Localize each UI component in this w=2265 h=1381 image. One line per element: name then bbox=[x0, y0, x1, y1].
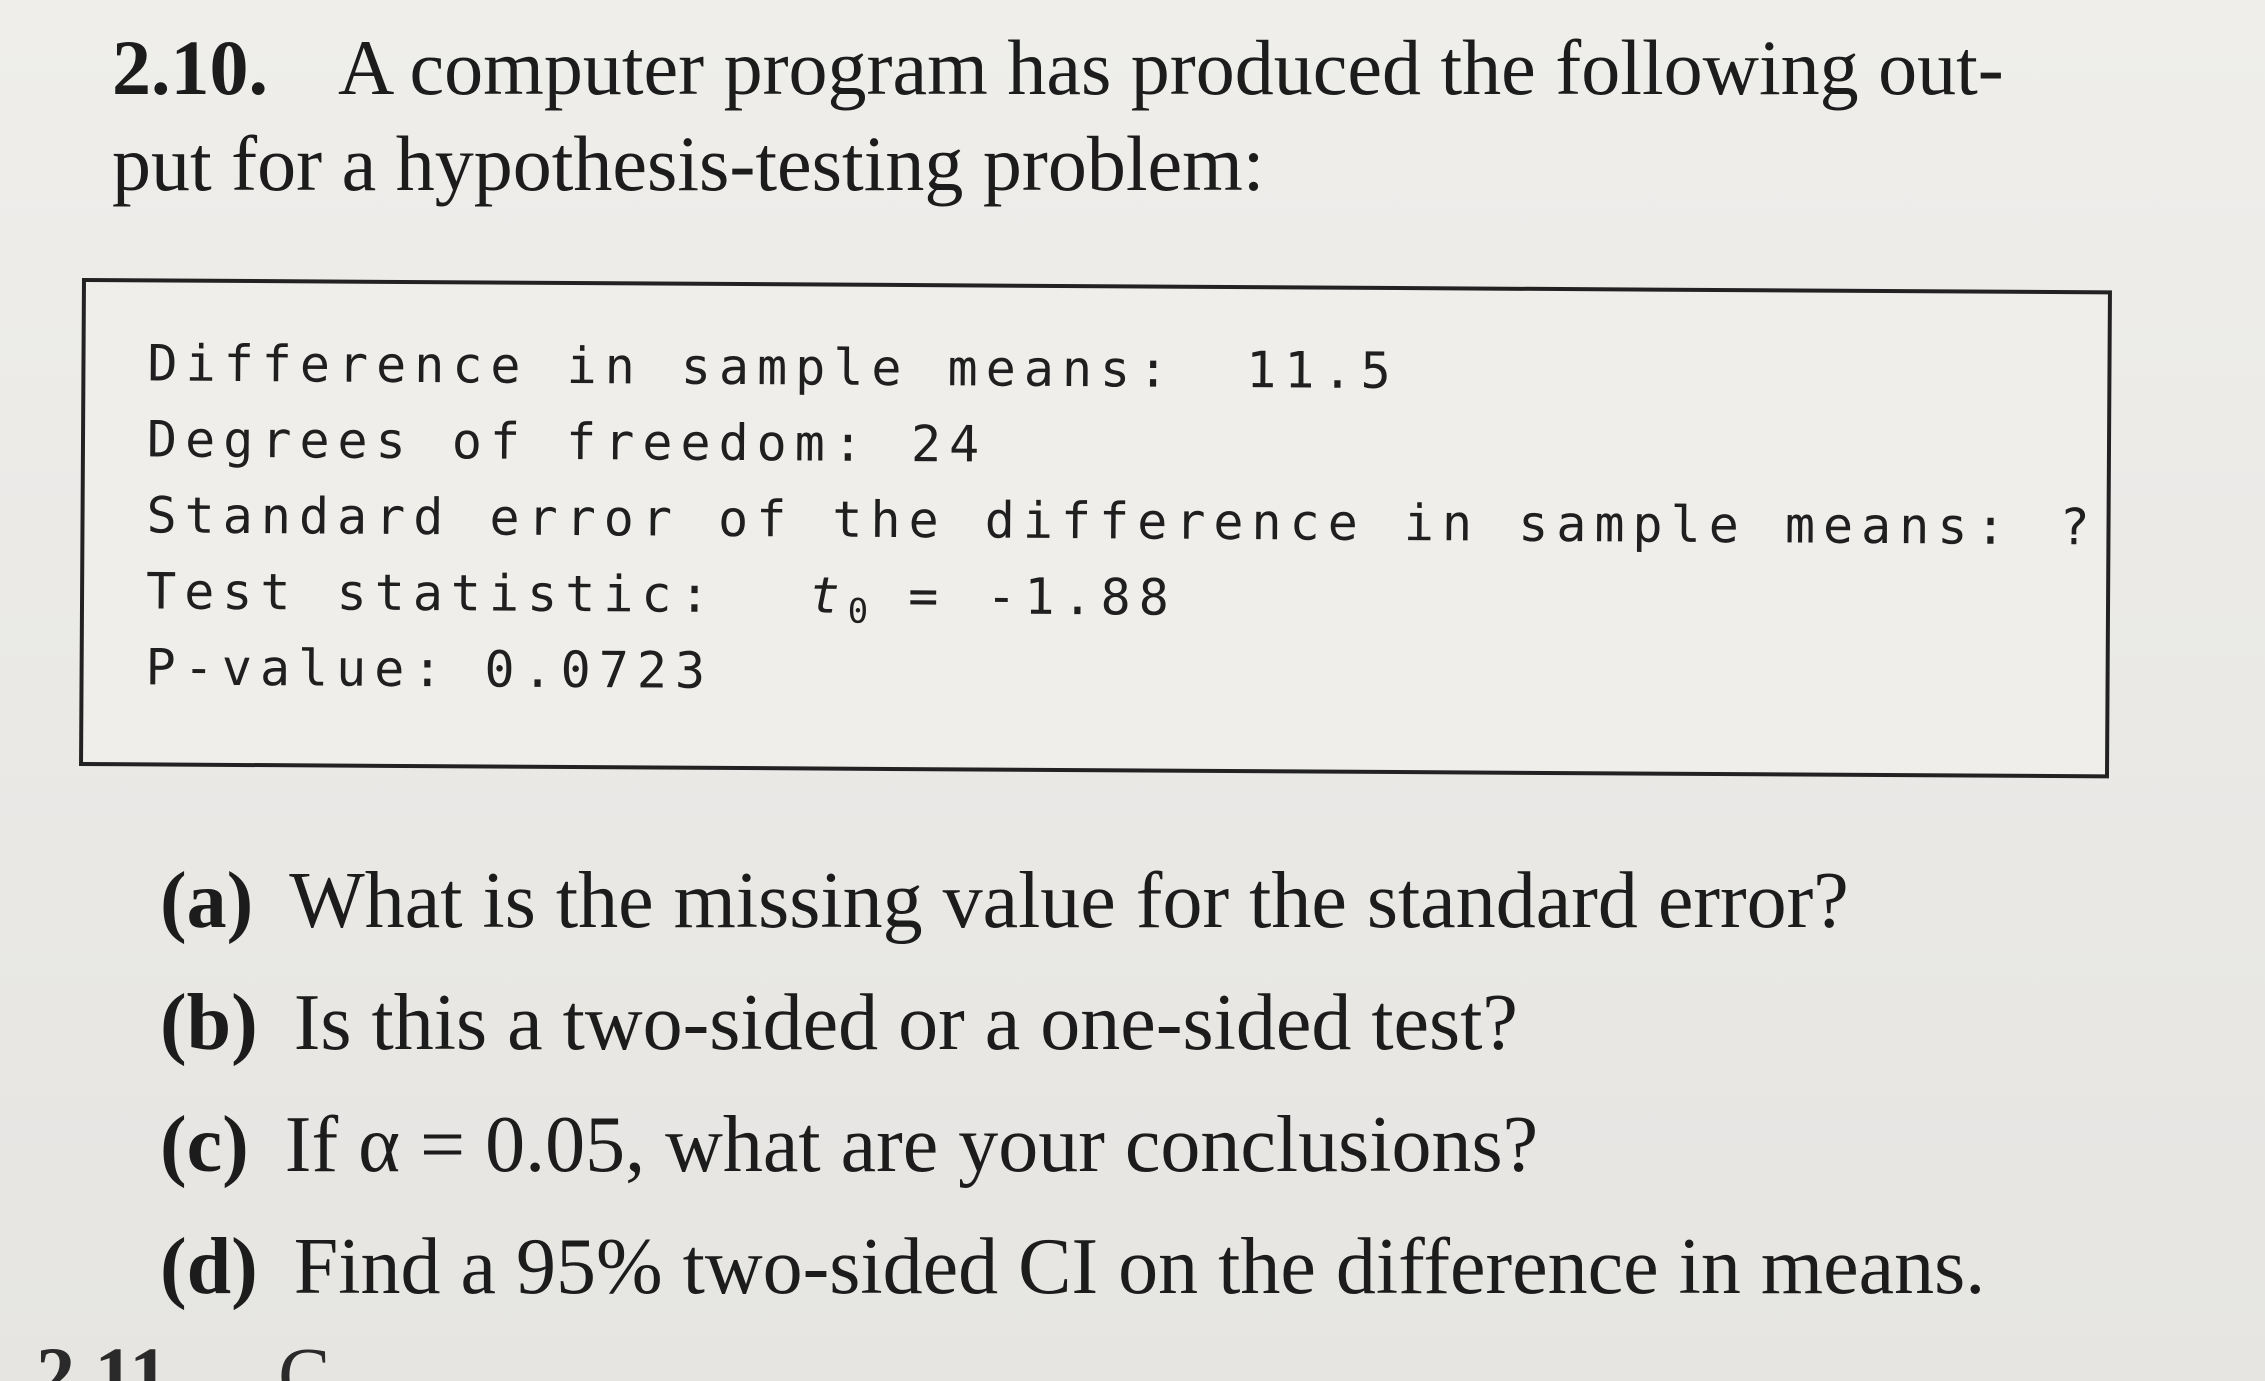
test-statistic-value: -1.88 bbox=[986, 567, 1178, 627]
question-d-text: Find a 95% two-sided CI on the differenc… bbox=[293, 1223, 1986, 1311]
problem-line-1: 2.10. A computer program has produced the… bbox=[112, 20, 2142, 116]
question-b-letter: (b) bbox=[160, 979, 258, 1067]
output-row-p-value: P-value: 0.0723 bbox=[145, 638, 713, 699]
question-c-text: If α = 0.05, what are your conclusions? bbox=[284, 1101, 1539, 1189]
next-problem-number: 2.11 bbox=[36, 1331, 169, 1381]
question-b: (b) Is this a two-sided or a one-sided te… bbox=[160, 962, 2160, 1084]
output-row-df: Degrees of freedom: 24 bbox=[147, 410, 988, 473]
difference-label: Difference in sample means: bbox=[147, 334, 1177, 399]
test-statistic-symbol: t0 bbox=[809, 566, 868, 631]
next-problem-partial: 2.11 C bbox=[36, 1330, 330, 1381]
question-c-letter: (c) bbox=[160, 1101, 249, 1189]
standard-error-label: Standard error of the difference in samp… bbox=[146, 486, 2014, 556]
textbook-page: 2.10. A computer program has produced the… bbox=[0, 0, 2265, 1381]
p-value-label: P-value: bbox=[145, 638, 451, 699]
problem-text-line-2: put for a hypothesis-testing problem: bbox=[112, 120, 1265, 207]
question-b-text: Is this a two-sided or a one-sided test? bbox=[293, 979, 1518, 1067]
difference-value: 11.5 bbox=[1246, 341, 1399, 401]
output-row-difference: Difference in sample means: 11.5 bbox=[147, 334, 1399, 400]
next-problem-text: C bbox=[278, 1331, 331, 1381]
question-d: (d) Find a 95% two-sided CI on the differ… bbox=[160, 1206, 2160, 1328]
question-a: (a) What is the missing value for the sta… bbox=[160, 840, 2160, 962]
problem-statement: 2.10. A computer program has produced the… bbox=[112, 20, 2142, 212]
standard-error-value: ? bbox=[2059, 498, 2098, 557]
df-value: 24 bbox=[910, 415, 988, 474]
question-a-text: What is the missing value for the standa… bbox=[289, 857, 1849, 945]
t-subscript: 0 bbox=[847, 591, 869, 632]
problem-text-line-1: A computer program has produced the foll… bbox=[338, 24, 2004, 111]
p-value: 0.0723 bbox=[484, 640, 714, 700]
question-c: (c) If α = 0.05, what are your conclusion… bbox=[160, 1084, 2160, 1206]
output-row-test-statistic: Test statistic: t0 = -1.88 bbox=[146, 562, 1177, 633]
program-output-box: Difference in sample means: 11.5 Degrees … bbox=[79, 278, 2112, 779]
test-statistic-label: Test statistic: bbox=[145, 562, 718, 624]
t-variable: t bbox=[809, 566, 848, 625]
df-label: Degrees of freedom: bbox=[146, 410, 872, 473]
output-row-standard-error: Standard error of the difference in samp… bbox=[146, 486, 2097, 556]
test-statistic-equals: = bbox=[908, 567, 947, 626]
question-d-letter: (d) bbox=[160, 1223, 258, 1311]
question-list: (a) What is the missing value for the sta… bbox=[160, 840, 2160, 1328]
problem-number: 2.10. bbox=[112, 24, 268, 111]
question-a-letter: (a) bbox=[160, 857, 254, 945]
